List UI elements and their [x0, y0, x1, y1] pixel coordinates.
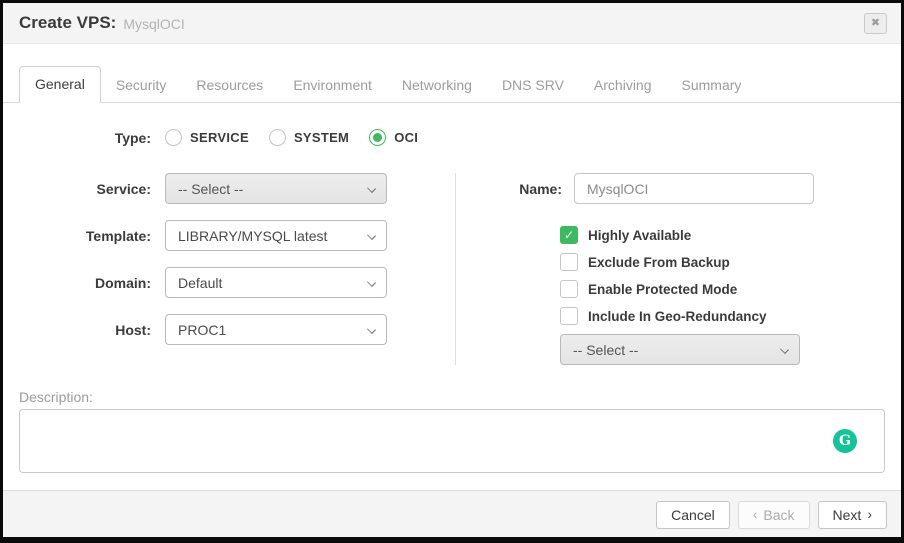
tab-networking[interactable]: Networking — [387, 68, 487, 103]
dialog-header: Create VPS: MysqlOCI ✖ — [3, 3, 901, 44]
domain-label: Domain: — [95, 274, 151, 291]
checkbox-highly-available[interactable]: ✓ Highly Available — [560, 226, 885, 244]
checkbox-label: Include In Geo-Redundancy — [588, 308, 767, 324]
description-textarea-wrap: G — [19, 409, 885, 473]
name-row: Name: — [502, 173, 885, 204]
tab-panel-general: Type: SERVICE SYSTEM OCI Service: -- Sel… — [3, 103, 901, 473]
radio-icon — [369, 129, 387, 146]
back-button-label: Back — [763, 506, 795, 523]
checkbox-exclude-from-backup[interactable]: ✓ Exclude From Backup — [560, 253, 885, 271]
description-textarea[interactable] — [19, 409, 885, 473]
service-select[interactable]: -- Select -- — [165, 173, 387, 204]
template-label: Template: — [85, 227, 151, 244]
checkbox-include-in-geo-redundancy[interactable]: ✓ Include In Geo-Redundancy — [560, 307, 885, 325]
chevron-down-icon — [780, 345, 789, 354]
host-select[interactable]: PROC1 — [165, 314, 387, 345]
domain-row: Domain: Default — [19, 267, 455, 298]
checkbox-label: Enable Protected Mode — [588, 281, 738, 297]
geo-redundancy-select[interactable]: -- Select -- — [560, 334, 800, 365]
radio-system[interactable]: SYSTEM — [268, 129, 350, 146]
radio-system-label: SYSTEM — [293, 130, 350, 145]
tab-archiving[interactable]: Archiving — [579, 68, 667, 103]
template-select-value: LIBRARY/MYSQL latest — [178, 227, 328, 244]
checkbox-list: ✓ Highly Available ✓ Exclude From Backup… — [560, 226, 885, 325]
tab-summary[interactable]: Summary — [667, 68, 757, 103]
close-icon[interactable]: ✖ — [864, 12, 887, 34]
tab-bar: General Security Resources Environment N… — [3, 66, 901, 103]
host-select-value: PROC1 — [178, 321, 227, 338]
host-label: Host: — [115, 321, 151, 338]
tab-security[interactable]: Security — [101, 68, 182, 103]
dialog-title: Create VPS: — [19, 13, 117, 32]
back-arrow-icon: ‹ — [752, 505, 758, 522]
domain-select-value: Default — [178, 274, 223, 291]
tab-dns-srv[interactable]: DNS SRV — [487, 68, 579, 103]
tab-environment[interactable]: Environment — [278, 68, 387, 103]
checkbox-icon: ✓ — [560, 280, 578, 298]
template-select[interactable]: LIBRARY/MYSQL latest — [165, 220, 387, 251]
back-button[interactable]: ‹ Back — [737, 500, 810, 529]
radio-oci[interactable]: OCI — [369, 129, 418, 146]
radio-icon — [165, 129, 182, 146]
template-row: Template: LIBRARY/MYSQL latest — [19, 220, 455, 251]
type-label: Type: — [114, 129, 151, 146]
next-button-label: Next — [832, 506, 862, 523]
service-row: Service: -- Select -- — [19, 173, 455, 204]
radio-oci-label: OCI — [394, 130, 419, 145]
radio-icon — [268, 129, 286, 146]
create-vps-dialog: Create VPS: MysqlOCI ✖ General Security … — [0, 0, 904, 543]
chevron-down-icon — [367, 231, 376, 240]
type-row: Type: SERVICE SYSTEM OCI — [19, 129, 885, 146]
grammarly-icon[interactable]: G — [833, 429, 857, 453]
radio-service-label: SERVICE — [190, 130, 249, 145]
host-row: Host: PROC1 — [19, 314, 455, 345]
dialog-footer: Cancel ‹ Back Next › — [3, 490, 901, 537]
left-column: Service: -- Select -- Template: LIBRARY/… — [19, 173, 455, 365]
checkmark-icon: ✓ — [563, 228, 575, 242]
form-columns: Service: -- Select -- Template: LIBRARY/… — [19, 173, 885, 365]
cancel-button[interactable]: Cancel — [656, 500, 730, 529]
name-label: Name: — [519, 180, 562, 197]
chevron-down-icon — [367, 278, 376, 287]
description-label: Description: — [19, 389, 93, 405]
description-block: Description: G — [19, 389, 885, 473]
domain-select[interactable]: Default — [165, 267, 387, 298]
checkbox-icon: ✓ — [560, 253, 578, 271]
next-button[interactable]: Next › — [817, 500, 887, 529]
checkbox-icon: ✓ — [560, 307, 578, 325]
tab-resources[interactable]: Resources — [181, 68, 278, 103]
checkbox-icon: ✓ — [560, 226, 578, 244]
service-label: Service: — [96, 180, 151, 197]
checkbox-label: Exclude From Backup — [588, 254, 730, 270]
cancel-button-label: Cancel — [671, 506, 715, 523]
dialog-title-value: MysqlOCI — [123, 16, 185, 32]
chevron-down-icon — [367, 325, 376, 334]
name-input[interactable] — [574, 173, 814, 204]
checkbox-enable-protected-mode[interactable]: ✓ Enable Protected Mode — [560, 280, 885, 298]
radio-service[interactable]: SERVICE — [165, 129, 249, 146]
type-radio-group: SERVICE SYSTEM OCI — [165, 129, 418, 146]
service-select-value: -- Select -- — [178, 180, 244, 197]
right-column: Name: ✓ Highly Available ✓ Exclude From … — [455, 173, 885, 365]
chevron-down-icon — [367, 184, 376, 193]
checkbox-label: Highly Available — [588, 227, 692, 243]
tab-general[interactable]: General — [19, 66, 101, 103]
next-arrow-icon: › — [867, 505, 872, 522]
geo-select-value: -- Select -- — [573, 341, 639, 358]
